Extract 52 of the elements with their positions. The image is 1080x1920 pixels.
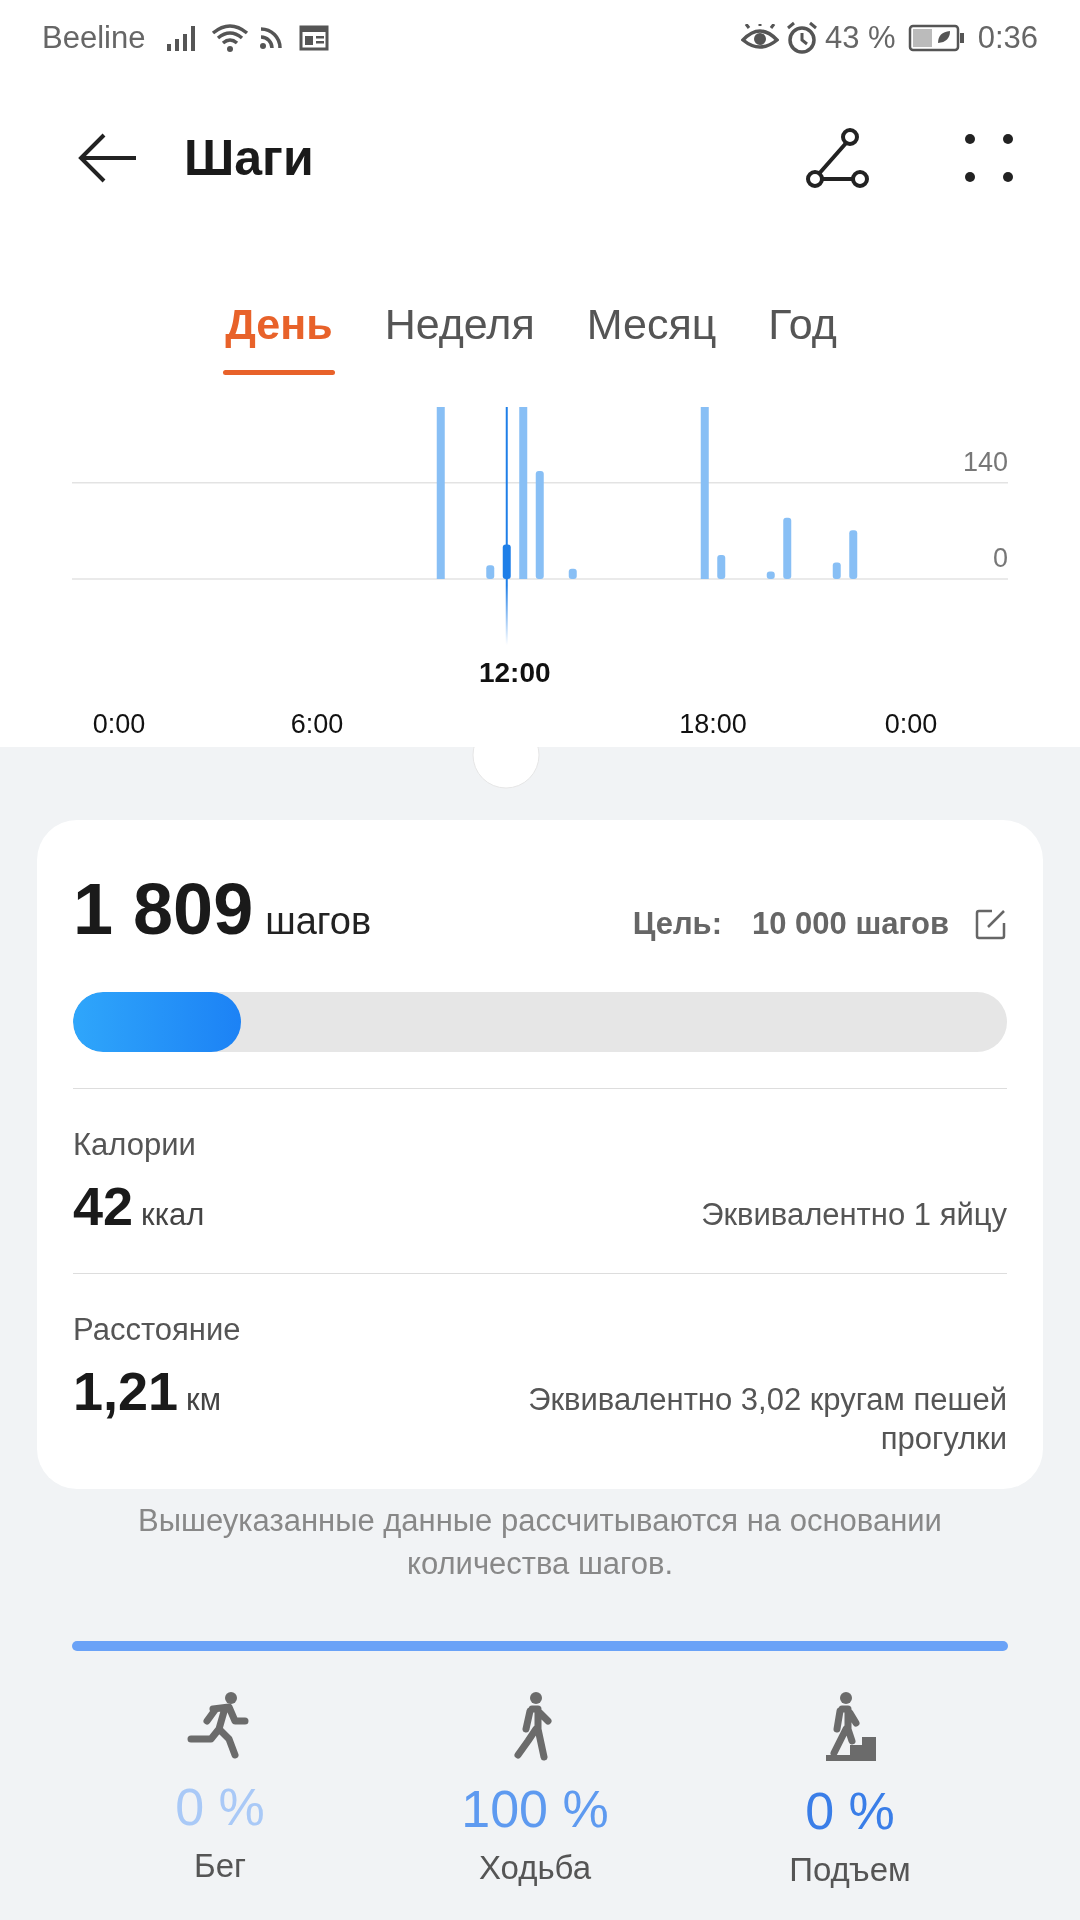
share-icon: [804, 126, 872, 189]
chart-bar: [832, 562, 841, 579]
rss-icon: [259, 25, 284, 50]
metric-value: 1,21: [73, 1360, 179, 1422]
chart-bar: [717, 554, 726, 579]
y-tick-label: 0: [992, 543, 1008, 573]
activity-label: Подъем: [789, 1852, 911, 1889]
footnote-text: Вышеуказанные данные рассчитываются на основании количества шагов.: [137, 1501, 943, 1583]
activity-percent: 0 %: [805, 1783, 895, 1841]
edit-goal-button[interactable]: [975, 908, 1007, 940]
chart-bar: [568, 568, 577, 579]
period-tab[interactable]: Неделя: [382, 295, 537, 375]
goal-value: 10 000 шагов: [752, 906, 949, 942]
step-unit: шагов: [265, 900, 372, 943]
edit-icon: [975, 908, 1007, 940]
activity-percent: 100 %: [461, 1781, 609, 1839]
x-tick-label: 18:00: [679, 709, 747, 739]
metric-equivalent: Эквивалентно 3,02 кругам пешей прогулки: [527, 1381, 1007, 1458]
slider-handle[interactable]: [472, 747, 540, 789]
back-icon: [78, 132, 138, 183]
carrier-name: Beeline: [42, 19, 146, 56]
metric-unit: ккал: [141, 1197, 205, 1233]
activity-label: Бег: [193, 1848, 246, 1885]
metric-label: Калории: [73, 1127, 197, 1163]
y-tick-label: 140: [962, 446, 1008, 477]
more-icon: [964, 132, 1014, 183]
calendar-icon: [299, 23, 330, 52]
chart-bar: [783, 517, 792, 579]
chart-bar: [849, 530, 858, 579]
alarm-icon: [785, 20, 819, 55]
activity-label: Ходьба: [478, 1850, 592, 1887]
metric-value: 42: [73, 1175, 134, 1237]
x-tick-label: 0:00: [884, 709, 938, 739]
period-tab[interactable]: Месяц: [584, 295, 719, 375]
x-tick-label: 6:00: [290, 709, 344, 739]
activity-percent: 0 %: [175, 1779, 265, 1837]
battery-percent: 43 %: [825, 19, 896, 56]
metric-unit: км: [186, 1382, 221, 1418]
chart-bar: [486, 565, 495, 579]
battery-icon: [907, 23, 966, 52]
metric-label: Расстояние: [73, 1312, 242, 1348]
page-title: Шаги: [184, 128, 314, 187]
cursor-time-label: 12:00: [478, 657, 551, 688]
wifi-icon: [211, 22, 250, 53]
clock-time: 0:36: [977, 19, 1038, 56]
period-tab[interactable]: Год: [766, 295, 839, 375]
step-count: 1 809: [73, 868, 254, 950]
x-tick-label: 0:00: [92, 709, 146, 739]
goal-label: Цель:: [632, 906, 722, 942]
eye-icon: [741, 23, 779, 52]
metric-equivalent: Эквивалентно 1 яйцу: [701, 1196, 1007, 1234]
chart-bar: [766, 571, 775, 579]
